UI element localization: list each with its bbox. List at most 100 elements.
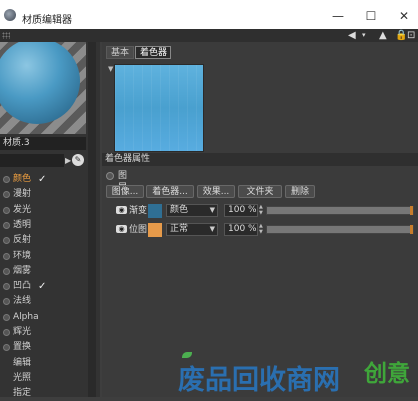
channel-radio[interactable] [3,206,10,214]
collapse-caret-icon[interactable]: ▼ [108,65,113,73]
channel-item[interactable]: 编辑 [0,356,86,371]
channel-item[interactable]: 反射 [0,233,86,248]
opacity-slider[interactable] [266,225,414,234]
channel-item[interactable]: 颜色 ✓ [0,172,86,187]
chevron-down-icon: ▼ [209,225,215,233]
left-panel-scrollbar[interactable] [88,42,96,397]
channel-item[interactable]: 透明 [0,218,86,233]
channel-radio[interactable] [3,237,10,245]
layer-swatch[interactable] [148,204,162,218]
channel-label: Alpha [13,311,39,322]
layer-row-gradient: ◉ 渐变 颜色 ▼ 100 % ▲ ▼ [116,204,416,218]
checkmark-icon[interactable]: ✓ [38,279,46,294]
channel-radio[interactable] [3,298,10,306]
tab-shader[interactable]: 着色器 [135,46,171,59]
picker-icon[interactable]: ✎ [72,154,84,166]
channel-item[interactable]: 烟雾 [0,264,86,279]
eye-icon[interactable]: ◉ [116,206,127,214]
minimize-button[interactable]: — [328,7,348,25]
watermark-text: 废品回收商网 [178,365,340,396]
delete-button[interactable]: 删除 [285,185,315,198]
back-arrow-icon[interactable]: ◀ [348,30,356,41]
channel-label: 法线 [13,296,32,307]
channel-radio[interactable] [3,176,10,183]
channel-label: 光照 [13,372,32,383]
slider-fill [267,207,413,214]
channel-radio[interactable] [3,313,10,321]
editor-toolstrip: ◀ ▾ ▲ 🔒 ⊡ [0,29,418,42]
expand-icon[interactable]: ⊡ [407,30,415,41]
channel-radio[interactable] [3,344,10,352]
eye-icon[interactable]: ◉ [116,225,127,233]
channel-label: 透明 [13,219,32,230]
slider-fill [267,226,413,233]
window-title: 材质编辑器 [22,15,72,26]
channel-radio[interactable] [3,252,10,260]
shader-button[interactable]: 着色器... [146,185,194,198]
shader-properties-panel: 基本 着色器 ▼ 着色器属性 图层 图像... 着色器... 效果... 文件夹… [102,42,418,397]
down-arrow-icon[interactable]: ▾ [362,30,366,41]
layer-row-bitmap: ◉ 位图 正常 ▼ 100 % ▲ ▼ [116,223,416,237]
channel-label: 颜色 [13,174,32,184]
channel-item[interactable]: 辉光 [0,325,86,340]
material-channel-panel: 材质.3 ▶ ✎ 颜色 ✓ 漫射 发光 透明 反射 环境 烟雾 凹凸 ✓ 法线 Alpha 辉光 置换 编辑… [0,42,100,398]
channel-item[interactable]: 指定 [0,386,86,401]
slider-knob[interactable] [410,225,413,234]
blend-mode-select[interactable]: 正常 ▼ [166,223,218,236]
tab-basic[interactable]: 基本 [106,46,134,59]
spinner-arrows-icon[interactable]: ▲ ▼ [259,204,265,217]
name-input[interactable] [0,154,64,167]
channel-label: 发光 [13,204,32,215]
shader-texture-preview [114,64,204,152]
chevron-down-icon: ▼ [209,206,215,214]
maximize-button[interactable]: ☐ [361,7,381,25]
channel-radio[interactable] [3,221,10,229]
opacity-slider[interactable] [266,206,414,215]
channel-label: 辉光 [13,327,32,337]
channel-radio[interactable] [3,283,10,291]
opacity-field[interactable]: 100 % [224,204,258,217]
channel-label: 反射 [13,235,32,246]
up-arrow-icon[interactable]: ▲ [379,30,387,41]
slider-knob[interactable] [410,206,413,215]
channel-radio[interactable] [3,267,10,275]
material-name-field[interactable]: 材质.3 [0,137,86,150]
preview-sphere [0,42,80,124]
layer-name[interactable]: 位图 [129,223,147,237]
channel-item[interactable]: 置换 [0,340,86,355]
channel-item[interactable]: 光照 [0,371,86,386]
section-title: 着色器属性 [105,154,151,164]
caret-right-icon[interactable]: ▶ [65,156,71,165]
channel-item[interactable]: 法线 [0,294,86,309]
spinner-arrows-icon[interactable]: ▲ ▼ [259,223,265,236]
close-button[interactable]: ✕ [394,7,414,25]
channel-item[interactable]: Alpha [0,310,86,325]
layer-swatch[interactable] [148,223,162,237]
drag-grip-icon[interactable] [2,32,10,39]
channel-radio[interactable] [3,329,10,336]
folder-button[interactable]: 文件夹 [238,185,282,198]
layer-radio[interactable] [106,172,114,180]
lock-icon[interactable]: 🔒 [395,30,407,41]
blend-mode-select[interactable]: 颜色 ▼ [166,204,218,217]
opacity-field[interactable]: 100 % [224,223,258,236]
channel-label: 凹凸 [13,281,32,292]
channel-label: 指定 [13,388,32,399]
channel-item[interactable]: 漫射 [0,187,86,202]
channel-item[interactable]: 环境 [0,249,86,264]
channel-item[interactable]: 发光 [0,203,86,218]
layer-name[interactable]: 渐变 [129,204,147,218]
effect-button[interactable]: 效果... [197,185,235,198]
blend-mode-value: 正常 [170,224,189,234]
material-preview[interactable] [0,42,86,134]
watermark: 废品回收商网 创意 [176,352,416,396]
material-name-row: ▶ ✎ [0,154,86,167]
channel-label: 编辑 [13,357,32,368]
channel-item[interactable]: 凹凸 ✓ [0,279,86,294]
image-button[interactable]: 图像... [106,185,144,198]
blend-mode-value: 颜色 [170,205,189,215]
channel-label: 烟雾 [13,265,32,276]
channel-radio[interactable] [3,191,10,199]
channel-label: 环境 [13,250,32,261]
checkmark-icon[interactable]: ✓ [38,172,46,187]
